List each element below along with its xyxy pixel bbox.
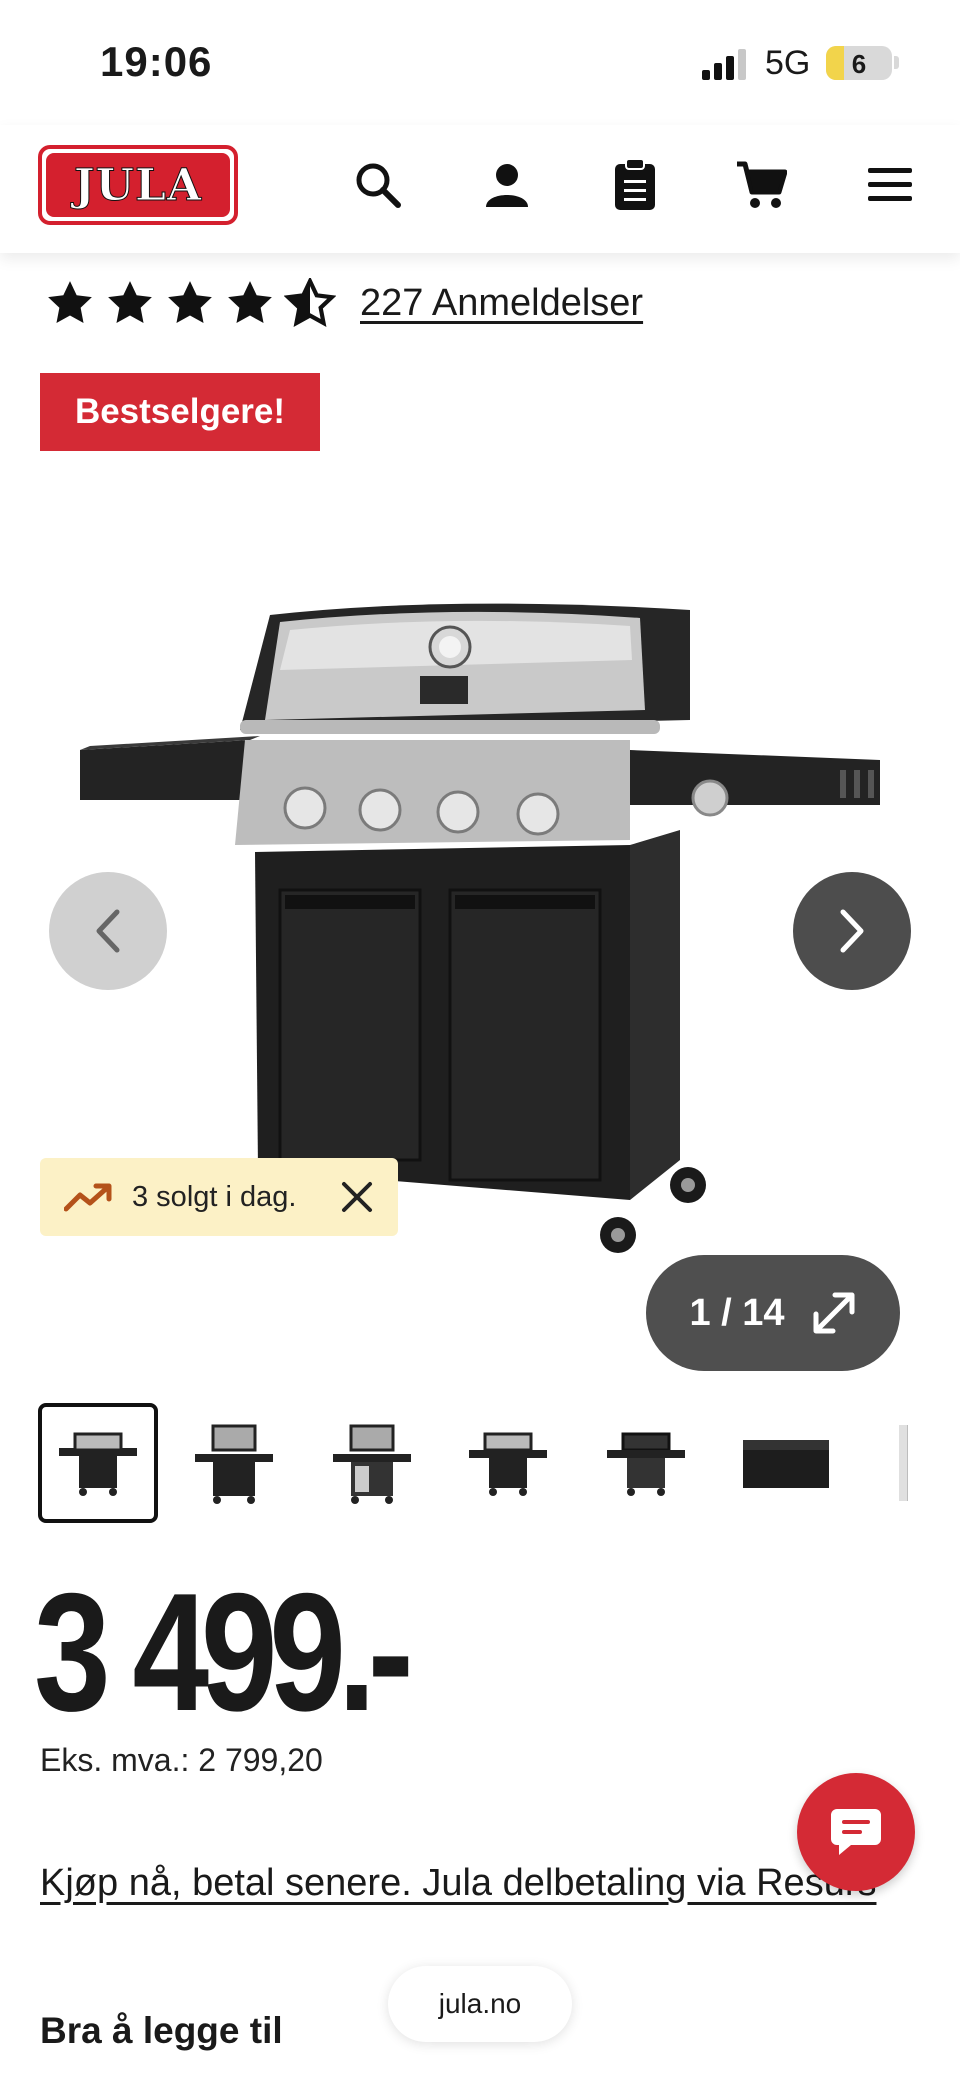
network-label: 5G [765,44,811,82]
thumbnail-7[interactable] [860,1403,908,1523]
expand-icon [813,1292,855,1334]
thumbnail-1[interactable] [38,1403,158,1523]
close-icon[interactable] [340,1180,374,1214]
cart-icon[interactable] [731,155,791,215]
product-rating: 227 Anmeldelser [44,278,643,328]
battery-level: 6 [851,49,867,79]
section-title: Bra å legge til [40,2010,283,2051]
sold-today-text: 3 solgt i dag. [132,1180,297,1213]
thumbnail-4[interactable] [448,1403,568,1523]
star-icon [108,281,152,323]
pay-later-link[interactable]: Kjøp nå, betal senere. Jula delbetaling … [40,1862,910,1905]
site-header: JULA [0,125,960,253]
logo-text: JULA [73,159,203,211]
gallery-counter-button[interactable]: 1 / 14 [646,1255,900,1371]
menu-icon[interactable] [860,155,920,215]
chat-icon [831,1809,881,1855]
jula-logo[interactable]: JULA [38,145,238,225]
chevron-left-icon [96,909,120,953]
image-counter: 1 / 14 [689,1291,785,1334]
gallery-prev-button[interactable] [49,872,167,990]
thumbnail-2[interactable] [174,1403,294,1523]
sold-today-banner: 3 solgt i dag. [40,1158,398,1236]
star-icon [48,281,92,323]
star-rating [44,278,336,328]
star-icon [168,281,212,323]
price-ex-vat: Eks. mva.: 2 799,20 [40,1742,323,1778]
clipboard-icon[interactable] [605,155,665,215]
thumbnail-5[interactable] [586,1403,706,1523]
browser-domain-pill[interactable]: jula.no [388,1966,572,2042]
thumbnail-3[interactable] [312,1403,432,1523]
star-icon [228,281,272,323]
thumbnail-strip [38,1403,908,1523]
search-icon[interactable] [348,155,408,215]
trending-up-icon [64,1183,112,1212]
status-time: 19:06 [100,38,213,85]
battery-icon: 6 [826,46,892,80]
thumbnail-6[interactable] [724,1403,844,1523]
half-star-icon [284,278,336,327]
bestseller-badge: Bestselgere! [40,373,320,451]
chat-button[interactable] [797,1773,915,1891]
signal-icon [702,49,746,80]
account-icon[interactable] [477,155,537,215]
gallery-next-button[interactable] [793,872,911,990]
chevron-right-icon [840,909,864,953]
status-bar: 19:06 5G 6 [0,0,960,125]
reviews-link[interactable]: 227 Anmeldelser [360,282,643,325]
product-page: 19:06 5G 6 JULA 227 Anmeldelser Bestselg… [0,0,960,2078]
product-price: 3 499.- [34,1558,414,1746]
